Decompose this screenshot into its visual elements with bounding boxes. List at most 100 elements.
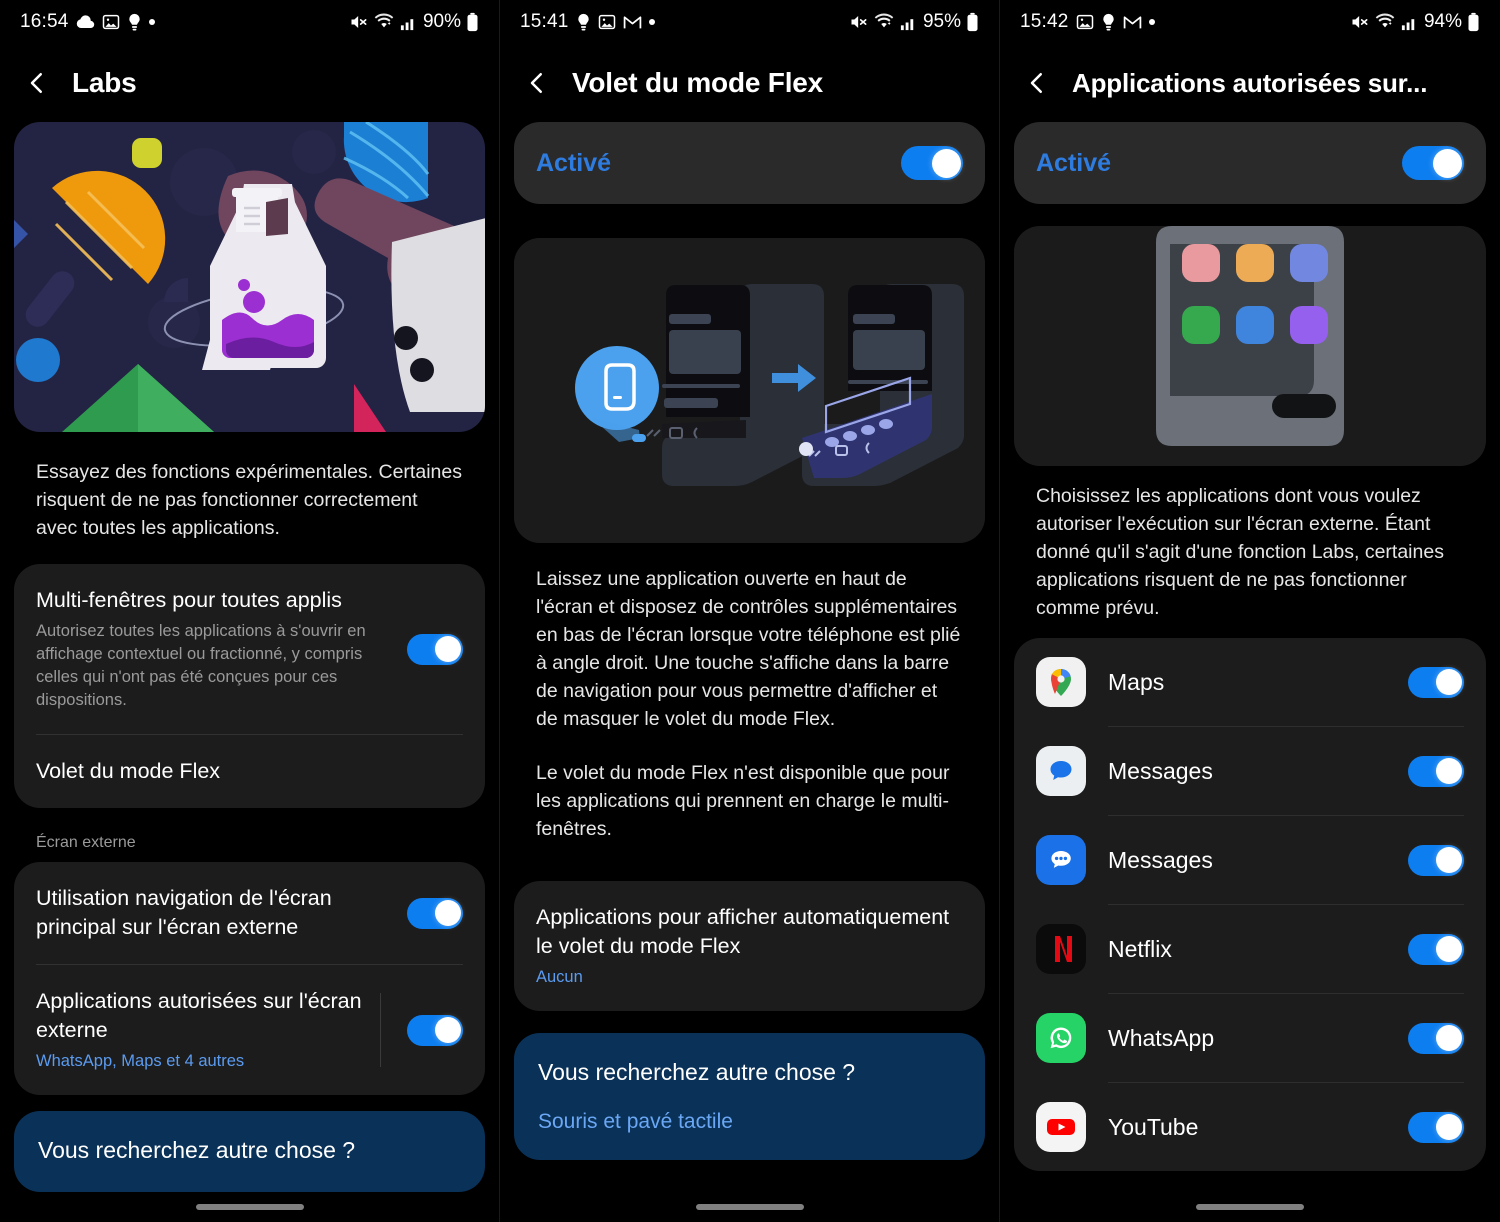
status-left: 15:41	[520, 11, 655, 33]
panel-flex-mode: 15:41 95% Volet du mode Flex Activé Lais…	[500, 0, 1000, 1222]
paragraph-1: Laissez une application ouverte en haut …	[536, 568, 961, 730]
toggle-knob	[1435, 669, 1462, 695]
toggle-knob	[1435, 1114, 1462, 1140]
toggle-app-netflix[interactable]	[1408, 933, 1464, 965]
home-handle[interactable]	[195, 1204, 304, 1210]
status-clock: 15:42	[1020, 11, 1069, 32]
toggle-knob	[1432, 148, 1462, 178]
back-arrow-icon[interactable]	[522, 68, 552, 98]
labs-settings-card: Multi-fenêtres pour toutes applis Autori…	[14, 564, 485, 808]
wifi-icon	[1375, 12, 1395, 32]
signal-icon	[899, 13, 918, 32]
battery-percent: 94%	[1423, 11, 1462, 32]
toggle-app-whatsapp[interactable]	[1408, 1022, 1464, 1054]
page-title: Labs	[72, 67, 137, 98]
row-subtitle: WhatsApp, Maps et 4 autres	[36, 1052, 245, 1070]
setting-row-allowed-apps[interactable]: Applications autorisées sur l'écran exte…	[14, 965, 485, 1095]
master-switch-row[interactable]: Activé	[1014, 122, 1486, 204]
master-switch-card[interactable]: Activé	[1014, 122, 1486, 204]
flex-mode-illustration	[514, 238, 985, 543]
back-arrow-icon[interactable]	[22, 68, 52, 98]
status-left: 15:42	[1020, 11, 1155, 33]
battery-icon	[1467, 12, 1480, 32]
page-title: Volet du mode Flex	[572, 67, 824, 98]
list-item[interactable]: YouTube	[1014, 1083, 1486, 1171]
battery-icon	[966, 12, 979, 32]
row-texts: Utilisation navigation de l'écran princi…	[36, 884, 393, 942]
wifi-icon	[874, 12, 894, 32]
master-toggle[interactable]	[1402, 146, 1464, 180]
list-item[interactable]: WhatsApp	[1014, 994, 1486, 1082]
status-clock: 16:54	[20, 11, 69, 32]
master-switch-card[interactable]: Activé	[514, 122, 985, 204]
google-maps-icon	[1036, 657, 1086, 707]
toggle-nav-external[interactable]	[407, 897, 463, 929]
navigation-bar	[1000, 1192, 1500, 1222]
status-bar: 15:41 95%	[500, 0, 999, 44]
labs-illustration	[14, 122, 485, 432]
row-texts: Applications autorisées sur l'écran exte…	[36, 987, 366, 1073]
toggle-knob	[1435, 1025, 1462, 1051]
app-bar: Applications autorisées sur...	[1000, 44, 1500, 122]
setting-row-multiwindow[interactable]: Multi-fenêtres pour toutes applis Autori…	[14, 564, 485, 734]
external-screen-card: Utilisation navigation de l'écran princi…	[14, 862, 485, 1095]
bulb-icon	[576, 13, 591, 32]
panel-content: Essayez des fonctions expérimentales. Ce…	[0, 122, 499, 1192]
toggle-app-google-messages[interactable]	[1408, 844, 1464, 876]
row-texts: Applications pour afficher automatiqueme…	[536, 903, 963, 989]
toggle-knob	[1435, 758, 1462, 784]
back-arrow-icon[interactable]	[1022, 68, 1052, 98]
app-name: WhatsApp	[1108, 1024, 1215, 1051]
list-item[interactable]: Netflix	[1014, 905, 1486, 993]
netflix-icon	[1036, 924, 1086, 974]
home-handle[interactable]	[1196, 1204, 1304, 1210]
master-switch-row[interactable]: Activé	[514, 122, 985, 204]
battery-percent: 90%	[422, 11, 461, 32]
signal-icon	[399, 13, 418, 32]
dot-icon	[148, 19, 155, 25]
list-item[interactable]: Maps	[1014, 638, 1486, 726]
cloud-icon	[76, 13, 95, 32]
promo-title: Vous recherchez autre chose ?	[38, 1137, 356, 1163]
toggle-app-youtube[interactable]	[1408, 1111, 1464, 1143]
status-bar: 16:54 90%	[0, 0, 499, 44]
list-item[interactable]: Messages	[1014, 727, 1486, 815]
section-label-external-screen: Écran externe	[36, 834, 136, 851]
auto-show-apps-card[interactable]: Applications pour afficher automatiqueme…	[514, 881, 985, 1011]
toggle-app-maps[interactable]	[1408, 666, 1464, 698]
setting-row-flex-panel[interactable]: Volet du mode Flex	[14, 735, 485, 808]
promo-card[interactable]: Vous recherchez autre chose ? Souris et …	[514, 1033, 985, 1160]
image-icon	[102, 13, 120, 31]
promo-title: Vous recherchez autre chose ?	[538, 1059, 856, 1085]
panel-labs: 16:54 90% Labs Essayez des fonctions exp…	[0, 0, 500, 1222]
image-icon	[1076, 13, 1094, 31]
row-title: Volet du mode Flex	[36, 759, 221, 783]
setting-row-nav-external[interactable]: Utilisation navigation de l'écran princi…	[14, 862, 485, 964]
toggle-multiwindow[interactable]	[407, 633, 463, 665]
home-handle[interactable]	[695, 1204, 804, 1210]
promo-link[interactable]: Souris et pavé tactile	[538, 1110, 961, 1134]
master-switch-label: Activé	[536, 148, 612, 177]
mute-icon	[1350, 12, 1370, 32]
toggle-allowed-apps[interactable]	[407, 1014, 463, 1046]
flex-illustration-card	[514, 238, 985, 543]
row-subtitle: Autorisez toutes les applications à s'ou…	[36, 622, 366, 709]
master-toggle[interactable]	[901, 146, 963, 180]
toggle-knob	[1435, 936, 1462, 962]
allowed-apps-description: Choisissez les applications dont vous vo…	[1014, 476, 1486, 638]
toggle-app-samsung-messages[interactable]	[1408, 755, 1464, 787]
page-title: Applications autorisées sur...	[1072, 67, 1428, 98]
status-clock: 15:41	[520, 11, 569, 32]
setting-row-auto-show[interactable]: Applications pour afficher automatiqueme…	[514, 881, 985, 1011]
description-text: Essayez des fonctions expérimentales. Ce…	[36, 461, 462, 539]
wifi-icon	[374, 12, 394, 32]
mute-icon	[849, 12, 869, 32]
row-texts: Multi-fenêtres pour toutes applis Autori…	[36, 586, 393, 712]
list-item[interactable]: Messages	[1014, 816, 1486, 904]
app-bar: Labs	[0, 44, 499, 122]
navigation-bar	[500, 1192, 999, 1222]
promo-card[interactable]: Vous recherchez autre chose ?	[14, 1111, 485, 1192]
image-icon	[598, 13, 616, 31]
row-title: Applications pour afficher automatiqueme…	[536, 905, 950, 958]
status-right: 95%	[849, 11, 979, 33]
